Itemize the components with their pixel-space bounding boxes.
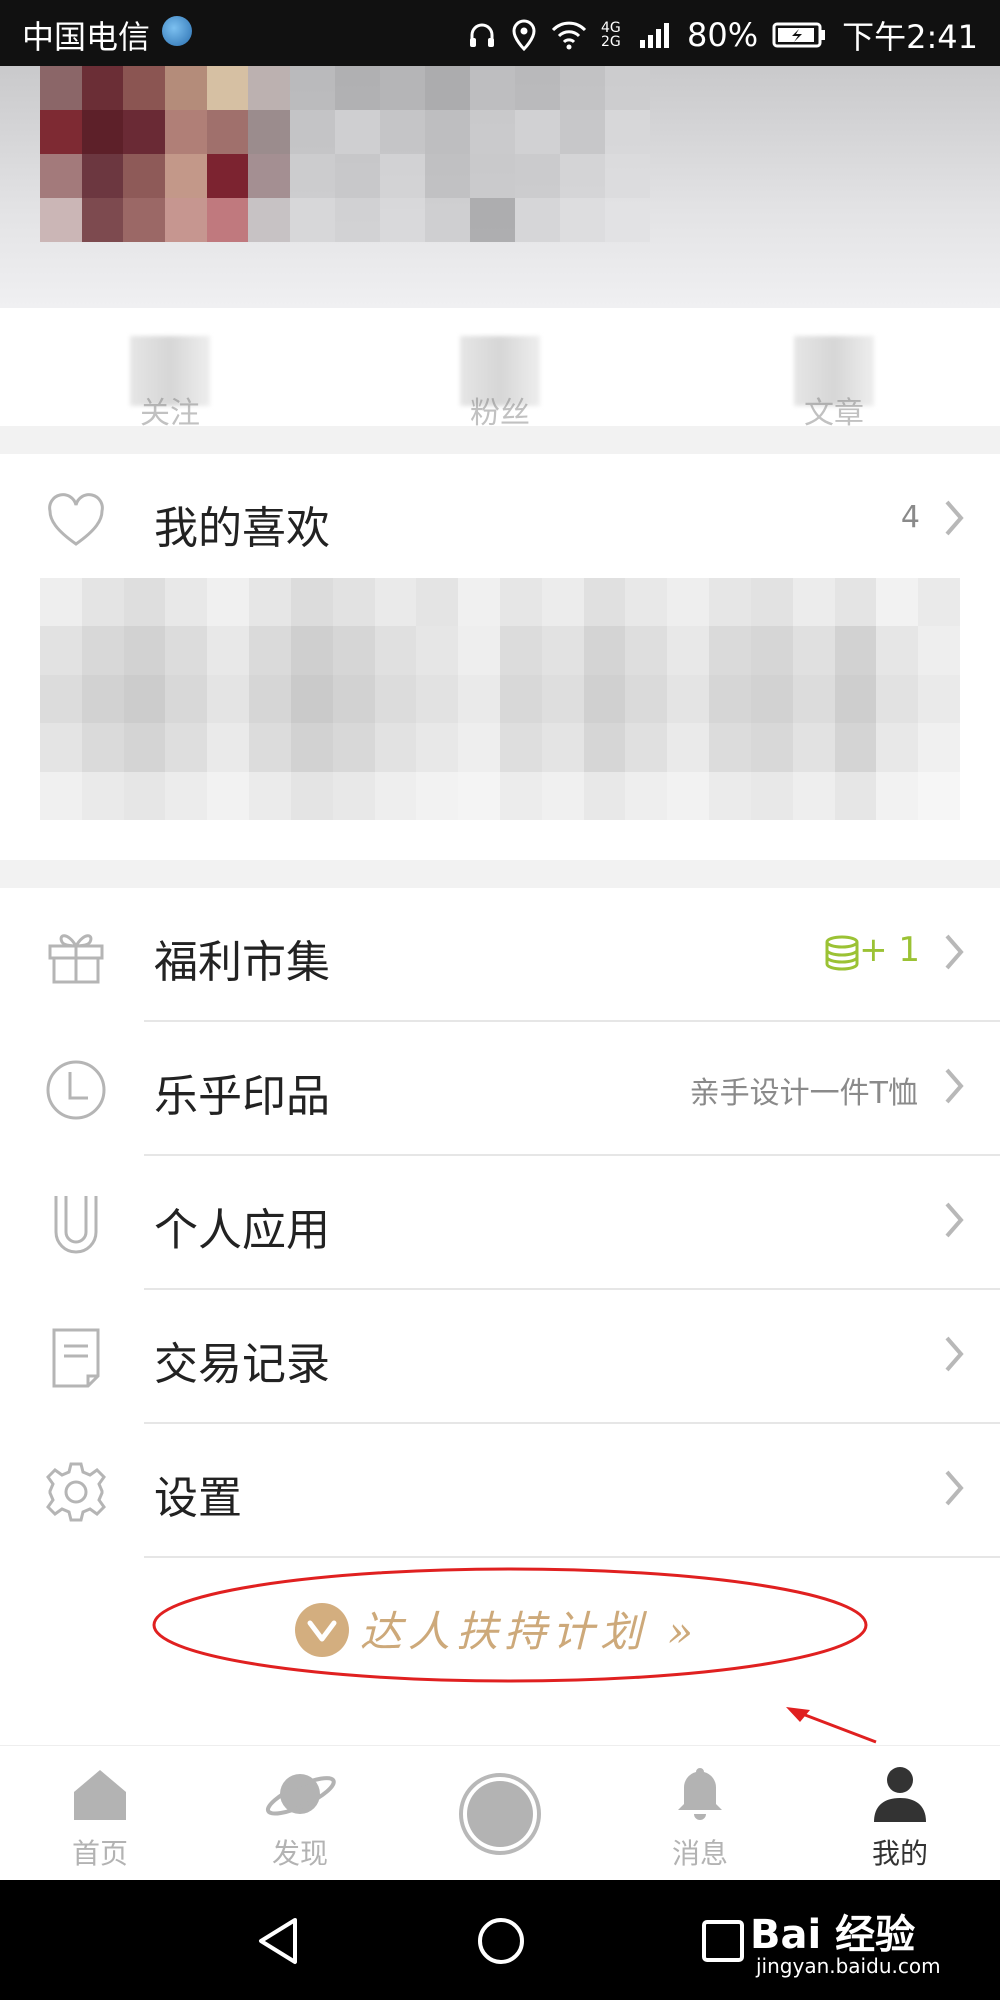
heart-icon <box>48 493 104 546</box>
tab-label: 消息 <box>671 1837 728 1870</box>
bell-icon <box>678 1768 722 1820</box>
menu-item-welfare[interactable]: 福利市集 + 1 <box>0 888 1000 1022</box>
welfare-reward-badge: + 1 <box>859 930 920 970</box>
home-circle-icon[interactable] <box>476 1916 526 1966</box>
publish-circle-icon <box>459 1773 541 1855</box>
clock-time: 下午2:41 <box>842 18 978 56</box>
battery-percent: 80% <box>687 16 759 54</box>
menu-item-trades[interactable]: 交易记录 <box>0 1290 1000 1424</box>
menu-item-title: 交易记录 <box>154 1339 330 1390</box>
recents-icon[interactable] <box>700 1918 746 1964</box>
tab-publish[interactable] <box>420 1746 580 1881</box>
tab-label: 发现 <box>271 1837 328 1870</box>
menu-item-title: 个人应用 <box>154 1205 330 1256</box>
back-icon[interactable] <box>255 1916 301 1966</box>
stat-following[interactable]: 关注 <box>90 318 250 431</box>
coins-icon <box>825 935 859 971</box>
signal-icon <box>640 23 669 48</box>
battery-charging-icon <box>772 22 826 48</box>
profile-cover-image[interactable] <box>0 66 1000 308</box>
bottom-tab-bar: 首页 发现 消息 我的 <box>0 1745 1000 1881</box>
section-divider <box>0 860 1000 888</box>
menu-item-settings[interactable]: 设置 <box>0 1424 1000 1558</box>
system-navigation-bar: Bai 经验 jingyan.baidu.com <box>0 1880 1000 2000</box>
carrier-label: 中国电信 <box>22 18 151 56</box>
favorites-count: 4 <box>900 500 920 535</box>
tab-label: 首页 <box>71 1837 128 1870</box>
u-shape-icon <box>54 1196 98 1254</box>
chevron-right-icon <box>945 500 964 536</box>
location-icon <box>512 19 536 51</box>
row-divider <box>144 1556 1000 1558</box>
menu-item-print[interactable]: 乐乎印品 亲手设计一件T恤 <box>0 1022 1000 1156</box>
document-icon <box>52 1328 100 1388</box>
watermark-url: jingyan.baidu.com <box>756 1954 941 1978</box>
chevron-right-icon <box>945 1336 964 1372</box>
chevron-right-icon <box>945 1068 964 1104</box>
network-type-label: 4G 2G <box>601 20 621 50</box>
tab-home[interactable]: 首页 <box>20 1746 180 1881</box>
tab-me[interactable]: 我的 <box>820 1746 980 1881</box>
v-badge-icon <box>295 1603 349 1657</box>
status-icons: 4G 2G 80% 下午2:41 <box>467 12 978 58</box>
menu-item-subtitle: 亲手设计一件T恤 <box>689 1076 918 1111</box>
menu-item-title: 设置 <box>154 1473 242 1524</box>
talent-support-plan-link[interactable]: 达人扶持计划 » <box>150 1565 870 1685</box>
profile-stats-row: 关注 粉丝 文章 <box>0 308 1000 431</box>
chevron-right-icon <box>945 934 964 970</box>
profile-avatar-mosaic <box>40 66 290 242</box>
stat-followers[interactable]: 粉丝 <box>420 318 580 431</box>
chevron-right-icon <box>945 1202 964 1238</box>
promo-text: 达人扶持计划 » <box>360 1607 700 1656</box>
section-divider <box>0 426 1000 454</box>
menu-item-apps[interactable]: 个人应用 <box>0 1156 1000 1290</box>
chevron-right-icon <box>945 1470 964 1506</box>
baidu-watermark: Bai 经验 jingyan.baidu.com <box>750 1894 960 1984</box>
stat-articles[interactable]: 文章 <box>754 318 914 431</box>
watermark-brand: Bai 经验 <box>750 1912 916 1958</box>
clock-icon <box>46 1060 106 1120</box>
status-bar: 中国电信 4G 2G 80% 下午2:41 <box>0 0 1000 66</box>
menu-item-title: 福利市集 <box>154 937 330 988</box>
tab-label: 我的 <box>871 1837 928 1870</box>
headphones-icon <box>470 23 494 47</box>
planet-icon <box>265 1774 336 1816</box>
menu-item-title: 乐乎印品 <box>154 1071 330 1122</box>
home-icon <box>74 1770 126 1820</box>
wifi-icon <box>551 21 587 50</box>
gear-icon <box>46 1462 106 1522</box>
tab-discover[interactable]: 发现 <box>220 1746 380 1881</box>
favorites-thumbnails-blurred[interactable] <box>40 578 960 820</box>
favorites-title: 我的喜欢 <box>154 503 330 554</box>
favorites-row[interactable]: 我的喜欢 4 <box>0 454 1000 588</box>
person-icon <box>874 1767 926 1822</box>
gift-icon <box>48 934 104 984</box>
carrier-globe-icon <box>162 16 192 46</box>
tab-messages[interactable]: 消息 <box>620 1746 780 1881</box>
profile-name-mosaic <box>290 66 650 242</box>
